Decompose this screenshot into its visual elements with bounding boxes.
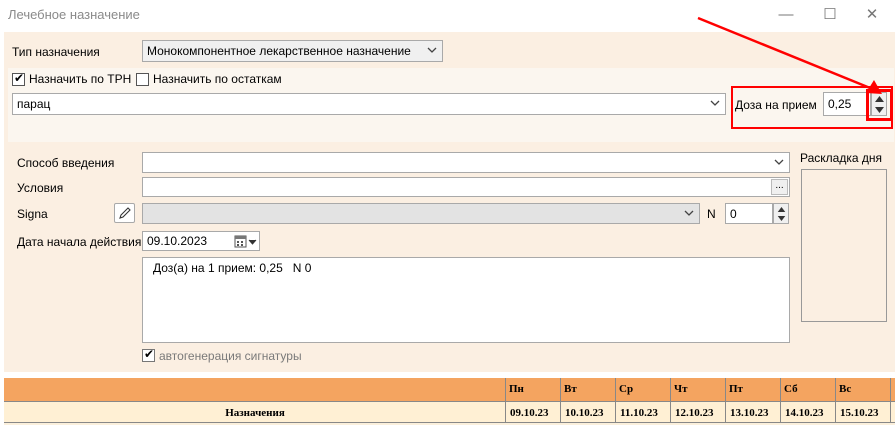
trn-checkbox-label: Назначить по ТРН <box>29 72 132 86</box>
schedule-day-name: Вт <box>564 383 577 395</box>
day-layout-panel <box>801 169 887 322</box>
type-label: Тип назначения <box>12 45 100 59</box>
autogen-label: автогенерация сигнатуры <box>159 349 302 363</box>
red-arrow-annotation <box>697 16 882 94</box>
schedule-day-date: 11.10.23 <box>620 407 658 419</box>
day-layout-label: Раскладка дня <box>800 151 882 165</box>
schedule-day-date: 13.10.23 <box>730 407 769 419</box>
dose-label: Доза на прием <box>735 98 817 112</box>
calendar-icon <box>234 235 257 248</box>
schedule-label-column: Назначения <box>4 378 506 423</box>
schedule-day-column[interactable]: Пн 09.10.23 <box>506 378 561 423</box>
spin-down-icon[interactable] <box>777 216 786 221</box>
trn-checkbox[interactable] <box>12 71 25 86</box>
schedule-day-name: Ср <box>619 383 634 395</box>
route-label: Способ введения <box>17 156 115 170</box>
schedule-day-name: Пн <box>509 383 524 395</box>
n-spinner[interactable] <box>773 203 789 224</box>
schedule-day-column[interactable]: Вс 15.10.23 <box>836 378 891 423</box>
route-select[interactable] <box>142 152 790 173</box>
schedule-day-date: 09.10.23 <box>510 407 549 419</box>
window-title: Лечебное назначение <box>8 7 140 22</box>
schedule-day-column[interactable]: Сб 14.10.23 <box>781 378 836 423</box>
autogen-checkbox[interactable] <box>142 347 155 362</box>
schedule-day-column[interactable]: Вт 10.10.23 <box>561 378 616 423</box>
chevron-down-icon <box>684 210 694 216</box>
schedule-day-date: 12.10.23 <box>675 407 714 419</box>
conditions-input[interactable]: ... <box>142 177 790 197</box>
n-value: 0 <box>730 207 737 221</box>
stock-checkbox[interactable] <box>136 73 149 86</box>
schedule-day-column[interactable]: Ср 11.10.23 <box>616 378 671 423</box>
signa-select[interactable] <box>142 203 700 224</box>
schedule-day-date: 15.10.23 <box>840 407 879 419</box>
type-select-value: Монокомпонентное лекарственное назначени… <box>147 44 411 58</box>
schedule-day-name: Вс <box>839 383 852 395</box>
start-date-label: Дата начала действия <box>17 235 142 249</box>
type-select[interactable]: Монокомпонентное лекарственное назначени… <box>142 40 443 62</box>
n-label: N <box>707 207 716 221</box>
schedule-day-name: Пт <box>729 383 743 395</box>
schedule-grid: Назначения Пн 09.10.23 Вт 10.10.23 Ср 11.10.2… <box>4 378 895 425</box>
signa-label: Signa <box>17 207 48 221</box>
schedule-day-date: 14.10.23 <box>785 407 824 419</box>
n-input[interactable]: 0 <box>725 203 773 224</box>
schedule-row-label: Назначения <box>225 407 285 419</box>
signa-edit-button[interactable] <box>114 203 135 223</box>
spin-up-icon[interactable] <box>777 207 786 212</box>
schedule-day-column[interactable]: Чт 12.10.23 <box>671 378 726 423</box>
conditions-browse-button[interactable]: ... <box>771 179 788 195</box>
chevron-down-icon <box>427 47 437 53</box>
schedule-day-column[interactable]: Пт 13.10.23 <box>726 378 781 423</box>
drug-search-combo[interactable]: парац <box>12 93 726 115</box>
schedule-day-name: Чт <box>674 383 688 395</box>
stock-checkbox-label: Назначить по остаткам <box>153 72 282 86</box>
drug-search-value: парац <box>17 97 51 111</box>
conditions-label: Условия <box>17 181 64 195</box>
chevron-down-icon <box>774 159 784 165</box>
pencil-icon <box>119 207 131 219</box>
start-date-picker[interactable]: 09.10.2023 <box>142 231 260 251</box>
start-date-value: 09.10.2023 <box>147 234 208 248</box>
schedule-day-date: 10.10.23 <box>565 407 604 419</box>
signa-text-area[interactable]: Доз(а) на 1 прием: 0,25 N 0 <box>142 257 790 343</box>
schedule-day-name: Сб <box>784 383 798 395</box>
signa-text: Доз(а) на 1 прием: 0,25 N 0 <box>153 261 312 275</box>
